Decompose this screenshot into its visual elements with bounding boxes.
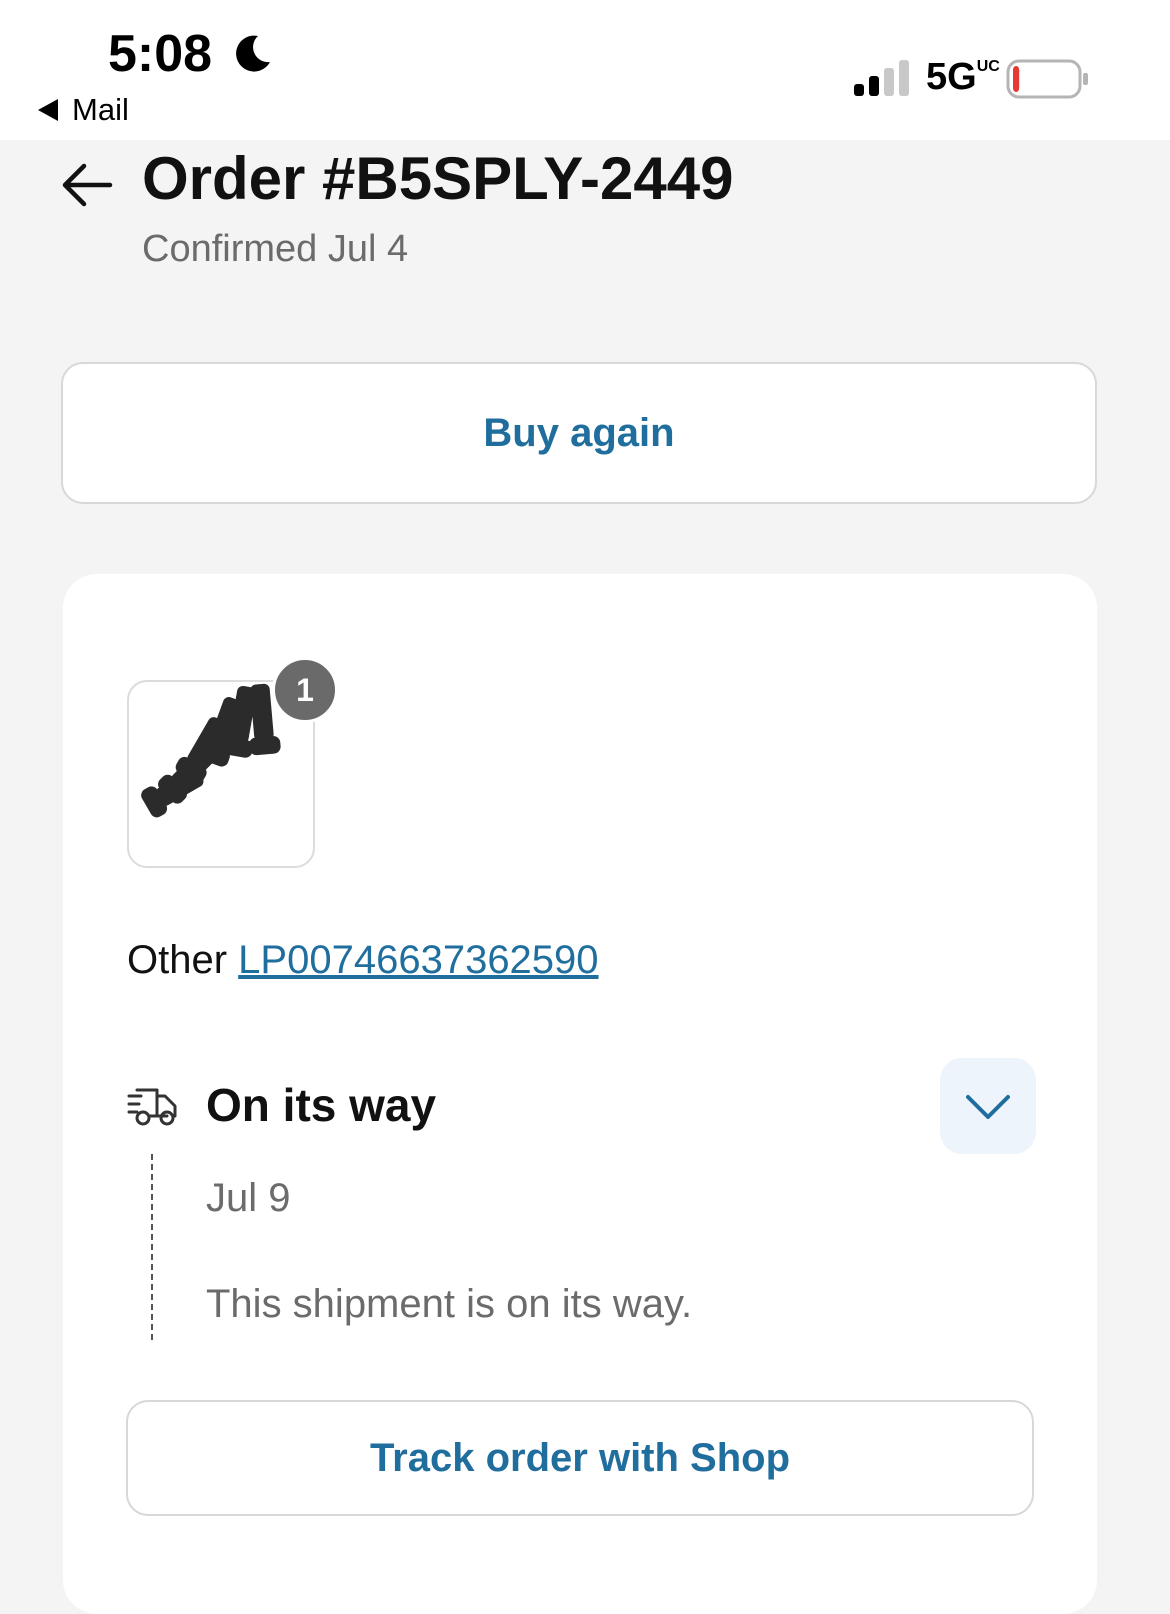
signal-icon bbox=[854, 60, 909, 96]
tracking-number-link[interactable]: LP00746637362590 bbox=[238, 938, 598, 982]
network-label: 5G bbox=[926, 56, 977, 98]
back-triangle-icon bbox=[38, 99, 58, 121]
tracking-info: Other LP00746637362590 bbox=[127, 938, 599, 983]
shipment-status: On its way bbox=[206, 1079, 437, 1131]
timeline-line bbox=[151, 1154, 155, 1340]
chevron-down-icon bbox=[966, 1095, 1010, 1119]
order-confirmed-date: Confirmed Jul 4 bbox=[142, 228, 409, 270]
quantity-badge: 1 bbox=[272, 657, 338, 723]
page-title: Order #B5SPLY-2449 bbox=[142, 145, 734, 212]
network-suffix: UC bbox=[976, 58, 1000, 76]
network-indicator: 5GUC bbox=[926, 56, 1000, 99]
status-bar: 5:08 Mail 5GUC bbox=[0, 0, 1170, 140]
carrier-label: Other bbox=[127, 938, 228, 982]
status-time: 5:08 bbox=[108, 25, 213, 83]
back-app-label: Mail bbox=[72, 92, 129, 127]
back-arrow-icon[interactable] bbox=[60, 160, 114, 210]
back-to-mail-link[interactable]: Mail bbox=[38, 92, 129, 128]
moon-icon bbox=[236, 35, 270, 72]
shipment-card: 1 Other LP00746637362590 On its way Jul … bbox=[63, 574, 1097, 1614]
battery-icon bbox=[1006, 59, 1088, 99]
track-order-button[interactable]: Track order with Shop bbox=[126, 1400, 1034, 1516]
buy-again-button[interactable]: Buy again bbox=[61, 362, 1097, 504]
event-description: This shipment is on its way. bbox=[206, 1282, 693, 1326]
expand-details-button[interactable] bbox=[940, 1058, 1036, 1154]
delivery-truck-icon bbox=[127, 1088, 177, 1126]
event-date: Jul 9 bbox=[206, 1176, 291, 1220]
